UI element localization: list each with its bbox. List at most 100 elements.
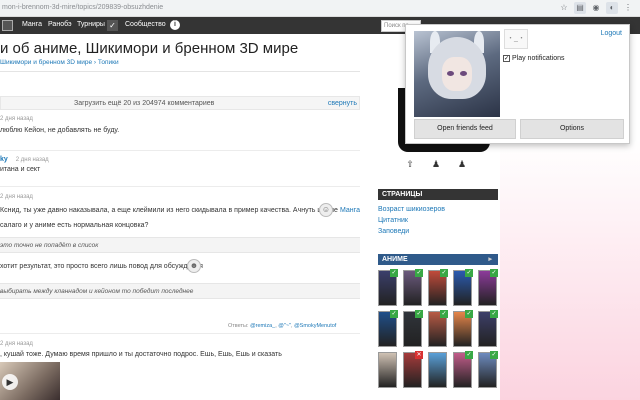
info-icon[interactable]: i	[170, 20, 180, 30]
comment-text: салаго и у аниме есть нормальная концовк…	[0, 222, 149, 229]
completed-check-icon: ✓	[465, 310, 473, 318]
completed-check-icon: ✓	[390, 310, 398, 318]
anime-poster[interactable]	[378, 352, 397, 388]
comment-text: , кушай тоже. Думаю время пришло и ты до…	[0, 351, 282, 358]
completed-check-icon: ✓	[440, 269, 448, 277]
sidebar-link-age[interactable]: Возраст шикиозеров	[378, 206, 445, 213]
user-add-icon[interactable]: ♟	[457, 159, 467, 169]
reply-user-link[interactable]: @remiza_	[250, 323, 275, 329]
comment-timestamp: 2 дня назад	[15, 157, 49, 163]
chevron-right-icon[interactable]: ▸	[488, 254, 492, 265]
comment-text: хотит результат, это просто всего лишь п…	[0, 263, 203, 270]
comment-quote: выбирать между кланнадом и кейоном то по…	[0, 283, 360, 299]
anime-poster[interactable]: ✓	[453, 269, 473, 306]
comment-text: Кснид, ты уже давно наказывала, а еще кл…	[0, 207, 338, 214]
shikimori-extension-icon[interactable]: ◐	[606, 2, 618, 14]
divider	[0, 333, 360, 334]
nav-manga[interactable]: Манга	[22, 21, 42, 28]
extension-logo-icon: ・_・	[504, 29, 528, 49]
video-thumbnail[interactable]: ▶	[0, 362, 60, 400]
completed-check-icon: ✓	[490, 310, 498, 318]
divider	[0, 71, 360, 72]
dropped-icon: ✕	[415, 351, 423, 359]
completed-check-icon: ✓	[415, 269, 423, 277]
menu-icon[interactable]: ⋮	[622, 2, 634, 14]
divider	[0, 150, 360, 151]
comment-timestamp: 2 дня назад	[0, 194, 33, 200]
sticker-icon: ☺	[319, 203, 333, 217]
nav-tournaments[interactable]: Турниры	[77, 21, 105, 28]
completed-check-icon: ✓	[440, 310, 448, 318]
comment-header: ky 2 дня назад	[0, 156, 49, 163]
play-notifications-checkbox[interactable]: ✓ Play notifications	[503, 55, 565, 62]
options-button[interactable]: Options	[520, 119, 624, 139]
replies-label: Ответы:	[228, 323, 249, 329]
anime-poster[interactable]: ✓	[478, 310, 498, 347]
avatar-eye	[460, 71, 467, 76]
browser-address-bar[interactable]: mon-i-brennom-3d-mire/topics/209839-obsu…	[0, 0, 640, 17]
anime-section-header: АНИМЕ ▸	[378, 254, 498, 265]
logout-link[interactable]: Logout	[601, 30, 622, 37]
comment-text: люблю Кейон, не добавлять не буду.	[0, 127, 120, 134]
star-icon[interactable]: ☆	[558, 2, 570, 14]
anime-poster[interactable]: ✕	[403, 351, 423, 388]
reply-user-link[interactable]: @"~"	[278, 323, 291, 329]
comment-text: итана и сект	[0, 166, 41, 173]
browser-toolbar-icons: ☆ ▤ ◉ ◐ ⋮	[558, 2, 634, 14]
play-notifications-label: Play notifications	[512, 55, 565, 62]
extension-popup: ・_・ Logout ✓ Play notifications Open fri…	[405, 24, 630, 144]
user-avatar	[414, 31, 500, 117]
profile-background	[500, 140, 640, 400]
divider	[0, 186, 360, 187]
pages-section-header: СТРАНИЦЫ	[378, 189, 498, 200]
comment-author[interactable]: ky	[0, 156, 8, 163]
nav-ranobe[interactable]: Ранобэ	[48, 21, 72, 28]
anime-header-label: АНИМЕ	[382, 256, 408, 263]
completed-check-icon: ✓	[465, 269, 473, 277]
anime-poster[interactable]: ✓	[378, 310, 398, 347]
profile-actions: ⇧ ♟ ♟	[405, 159, 467, 169]
upload-icon[interactable]: ⇧	[405, 159, 415, 169]
user-minus-icon[interactable]: ♟	[431, 159, 441, 169]
comment-timestamp: 2 дня назад	[0, 116, 33, 122]
completed-check-icon: ✓	[390, 269, 398, 277]
anime-poster[interactable]: ✓	[403, 269, 423, 306]
checkbox-icon[interactable]: ✓	[503, 55, 510, 62]
anime-poster[interactable]: ✓	[453, 351, 473, 388]
comment-quote: это точно не попадёт в список	[0, 237, 360, 253]
nav-community[interactable]: Сообщество	[125, 21, 166, 28]
checkmark-icon[interactable]: ✓	[107, 20, 118, 31]
anime-poster[interactable]: ✓	[478, 269, 498, 306]
avatar-eye	[447, 71, 454, 76]
site-logo-icon[interactable]	[2, 20, 13, 31]
open-friends-feed-button[interactable]: Open friends feed	[414, 119, 516, 139]
anime-poster[interactable]	[428, 352, 447, 388]
anime-poster[interactable]: ✓	[428, 310, 448, 347]
breadcrumb[interactable]: Шикимори и бренном 3D мире › Топики	[0, 59, 119, 66]
page-title: и об аниме, Шикимори и бренном 3D мире	[0, 40, 299, 57]
collapse-link[interactable]: свернуть	[328, 100, 357, 107]
anime-list: ✓ ✓ ✓ ✓ ✓ ✓ ✓ ✓ ✓ ✓ ✕ ✓ ✓	[378, 269, 498, 388]
completed-check-icon: ✓	[415, 310, 423, 318]
play-icon[interactable]: ▶	[2, 374, 18, 390]
anime-poster[interactable]: ✓	[453, 310, 473, 347]
completed-check-icon: ✓	[465, 351, 473, 359]
anime-poster[interactable]: ✓	[378, 269, 398, 306]
manga-link[interactable]: Манга	[340, 207, 360, 214]
anime-poster[interactable]: ✓	[478, 351, 498, 388]
comment-timestamp: 2 дня назад	[0, 341, 33, 347]
reply-user-link[interactable]: @SmokyMenutof	[294, 323, 336, 329]
load-more-comments[interactable]: Загрузить ещё 20 из 204974 комментариев …	[0, 96, 360, 110]
replies-line: Ответы: @remiza_, @"~", @SmokyMenutof	[228, 323, 337, 329]
sidebar-link-commandments[interactable]: Заповеди	[378, 228, 409, 235]
anime-poster[interactable]: ✓	[428, 269, 448, 306]
completed-check-icon: ✓	[490, 269, 498, 277]
extension-icon[interactable]: ▤	[574, 2, 586, 14]
extension-icon[interactable]: ◉	[590, 2, 602, 14]
sticker-icon: ☻	[187, 259, 201, 273]
completed-check-icon: ✓	[490, 351, 498, 359]
url-text[interactable]: mon-i-brennom-3d-mire/topics/209839-obsu…	[2, 4, 163, 11]
load-more-label[interactable]: Загрузить ещё 20 из 204974 комментариев	[74, 100, 214, 107]
anime-poster[interactable]: ✓	[403, 310, 423, 347]
sidebar-link-quotes[interactable]: Цитатник	[378, 217, 408, 224]
